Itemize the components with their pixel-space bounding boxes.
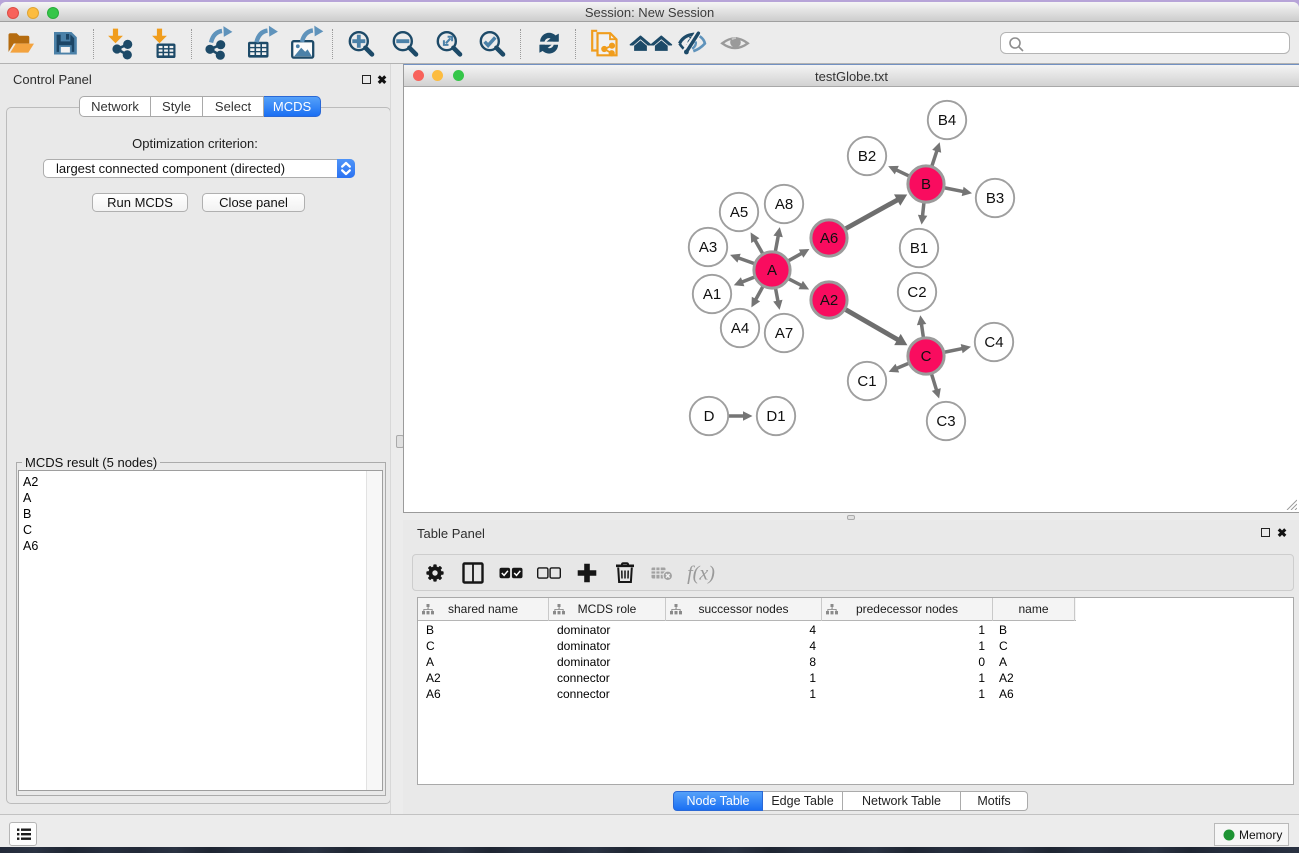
svg-text:C2: C2 [907,284,926,301]
svg-text:f(x): f(x) [687,563,715,585]
svg-text:A1: A1 [703,286,721,303]
svg-text:A8: A8 [775,196,793,213]
svg-text:C4: C4 [984,334,1003,351]
svg-text:B1: B1 [910,240,928,257]
svg-text:A4: A4 [731,320,749,337]
svg-text:D: D [704,408,715,425]
svg-text:B: B [921,176,931,193]
svg-text:A6: A6 [820,230,838,247]
svg-text:B3: B3 [986,190,1004,207]
svg-text:A3: A3 [699,239,717,256]
svg-text:A2: A2 [820,292,838,309]
svg-text:B2: B2 [858,148,876,165]
svg-text:A7: A7 [775,325,793,342]
svg-text:A5: A5 [730,204,748,221]
svg-text:D1: D1 [766,408,785,425]
svg-text:B4: B4 [938,112,956,129]
svg-text:C: C [921,348,932,365]
svg-text:A: A [767,262,777,279]
svg-text:C3: C3 [936,413,955,430]
svg-text:C1: C1 [857,373,876,390]
